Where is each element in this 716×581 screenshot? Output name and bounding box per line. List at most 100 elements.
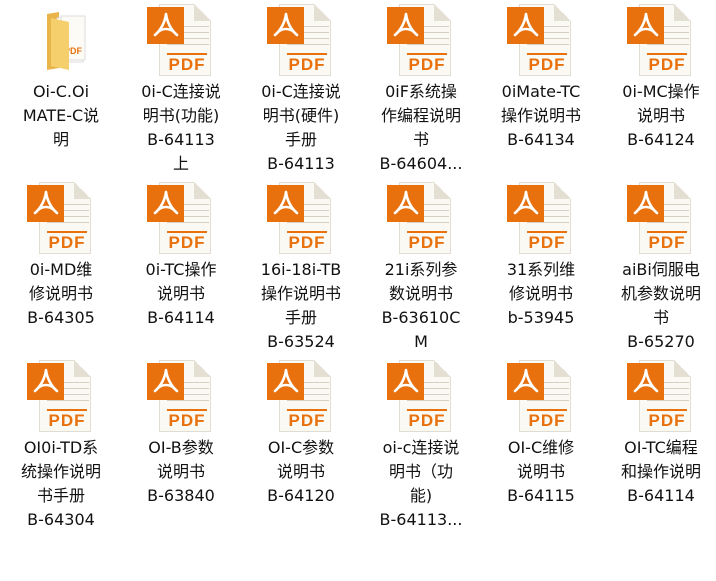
pdf-icon: PDF xyxy=(263,180,339,256)
pdf-icon: PDF xyxy=(503,358,579,434)
file-name-line: OI-C参数 xyxy=(267,438,335,457)
file-name-line: B-65270 xyxy=(627,332,695,351)
pdf-icon: PDF xyxy=(383,180,459,256)
file-name-line: M xyxy=(414,332,428,351)
file-name-line: oi-c连接说 xyxy=(382,438,460,457)
file-name: OI-C参数 说明书 B-64120 xyxy=(245,436,357,508)
pdf-file-item[interactable]: PDF 16i-18i-TB 操作说明书 手册 B-63524 xyxy=(241,180,361,358)
pdf-file-item[interactable]: PDF 0i-C连接说 明书(功能) B-64113 上 xyxy=(121,2,241,180)
file-name-line: 和操作说明 xyxy=(620,462,701,481)
file-name-line: 说明书 xyxy=(156,462,205,481)
file-name-line: B-64113 xyxy=(267,154,335,173)
file-name-line: B-64114 xyxy=(147,308,215,327)
folder-icon: PDF xyxy=(23,2,99,78)
file-name-line: 手册 xyxy=(284,130,317,149)
pdf-file-item[interactable]: PDF 0i-MD维 修说明书 B-64305 xyxy=(1,180,121,358)
pdf-icon: PDF xyxy=(623,2,699,78)
file-name: OI-B参数 说明书 B-63840 xyxy=(125,436,237,508)
pdf-file-item[interactable]: PDF 0iMate-TC 操作说明书 B-64134 xyxy=(481,2,601,180)
file-name-line: 0i-MD维 xyxy=(29,260,93,279)
file-name-line: b-53945 xyxy=(507,308,575,327)
pdf-icon: PDF xyxy=(263,358,339,434)
file-name: aiBi伺服电 机参数说明书 B-65270 xyxy=(605,258,716,354)
pdf-file-item[interactable]: PDF OI-B参数 说明书 B-63840 xyxy=(121,358,241,536)
file-name-line: 0iF系统操 xyxy=(385,82,457,101)
pdf-icon: PDF xyxy=(623,358,699,434)
pdf-file-item[interactable]: PDF OI-C参数 说明书 B-64120 xyxy=(241,358,361,536)
pdf-icon: PDF xyxy=(143,180,219,256)
pdf-icon: PDF xyxy=(263,2,339,78)
pdf-file-item[interactable]: PDF 0i-C连接说 明书(硬件) 手册 B-64113 xyxy=(241,2,361,180)
pdf-icon: PDF xyxy=(623,180,699,256)
file-name-line: B-64114 xyxy=(627,486,695,505)
file-name: OI0i-TD系 统操作说明 书手册 B-64304 xyxy=(5,436,117,532)
file-name: Oi-C.Oi MATE-C说明 xyxy=(5,80,117,152)
pdf-icon: PDF xyxy=(143,2,219,78)
file-name: 16i-18i-TB 操作说明书 手册 B-63524 xyxy=(245,258,357,354)
file-name-line: 机参数说明 xyxy=(620,284,701,303)
folder-item[interactable]: PDF Oi-C.Oi MATE-C说明 xyxy=(1,2,121,180)
file-name-line: OI-TC编程 xyxy=(624,438,698,457)
file-name-line: 0iMate-TC xyxy=(501,82,581,101)
pdf-icon: PDF xyxy=(23,358,99,434)
pdf-file-item[interactable]: PDF 0i-MC操作 说明书 B-64124 xyxy=(601,2,716,180)
file-name-line: 0i-C连接说 xyxy=(261,82,341,101)
pdf-file-item[interactable]: PDF 31系列维 修说明书 b-53945 xyxy=(481,180,601,358)
file-name-line: 修说明书 xyxy=(508,284,573,303)
file-name-line: 操作说明书 xyxy=(260,284,341,303)
file-name-line: 说明书 xyxy=(516,462,565,481)
file-name-line: 书 xyxy=(412,130,429,149)
pdf-file-item[interactable]: PDF oi-c连接说 明书（功能) B-64113... xyxy=(361,358,481,536)
file-name-line: B-64134 xyxy=(507,130,575,149)
file-name-line: 上 xyxy=(172,154,189,173)
pdf-file-item[interactable]: PDF aiBi伺服电 机参数说明书 B-65270 xyxy=(601,180,716,358)
file-name-line: 操作说明书 xyxy=(500,106,581,125)
file-name-line: 21i系列参 xyxy=(384,260,458,279)
file-name-line: 0i-TC操作 xyxy=(145,260,217,279)
file-name-line: MATE-C说 xyxy=(22,106,100,125)
file-name-line: 明书（功 xyxy=(388,462,453,481)
file-name: 0i-TC操作 说明书 B-64114 xyxy=(125,258,237,330)
file-name-line: 明书(功能) xyxy=(142,106,220,125)
file-name-line: B-64115 xyxy=(507,486,575,505)
pdf-icon: PDF xyxy=(503,2,579,78)
pdf-icon: PDF xyxy=(383,358,459,434)
file-name-line: B-64113 xyxy=(147,130,215,149)
file-name-line: 书手册 xyxy=(36,486,85,505)
file-name-line: 0i-C连接说 xyxy=(141,82,221,101)
file-name-line: B-63610C xyxy=(381,308,461,327)
file-name-line: 说明书 xyxy=(636,106,685,125)
file-name: 0iMate-TC 操作说明书 B-64134 xyxy=(485,80,597,152)
file-name-line: 数说明书 xyxy=(388,284,453,303)
pdf-file-item[interactable]: PDF 0i-TC操作 说明书 B-64114 xyxy=(121,180,241,358)
file-name-line: 统操作说明 xyxy=(20,462,101,481)
file-name-line: B-64604... xyxy=(379,154,463,173)
pdf-file-item[interactable]: PDF OI0i-TD系 统操作说明 书手册 B-64304 xyxy=(1,358,121,536)
file-name: oi-c连接说 明书（功能) B-64113... xyxy=(365,436,477,532)
file-name-line: B-63840 xyxy=(147,486,215,505)
file-name: 0iF系统操 作编程说明书 B-64604... xyxy=(365,80,477,176)
file-name-line: B-64304 xyxy=(27,510,95,529)
file-name-line: 书 xyxy=(652,308,669,327)
file-name-line: 明 xyxy=(52,130,69,149)
file-name-line: B-64113... xyxy=(379,510,463,529)
file-name-line: 能) xyxy=(409,486,433,505)
pdf-file-item[interactable]: PDF 21i系列参 数说明书 B-63610C M xyxy=(361,180,481,358)
file-name-line: aiBi伺服电 xyxy=(622,260,700,279)
file-name-line: 31系列维 xyxy=(506,260,576,279)
file-grid: PDF Oi-C.Oi MATE-C说明 PDF 0i-C连接说 明书(功能) B-64… xyxy=(1,2,716,536)
file-name: 31系列维修说明书 b-53945 xyxy=(485,258,597,330)
file-name-line: 手册 xyxy=(284,308,317,327)
file-name: 0i-MD维 修说明书 B-64305 xyxy=(5,258,117,330)
pdf-file-item[interactable]: PDF OI-TC编程 和操作说明 B-64114 xyxy=(601,358,716,536)
file-name-line: 说明书 xyxy=(276,462,325,481)
file-name-line: B-64120 xyxy=(267,486,335,505)
file-name-line: 明书(硬件) xyxy=(262,106,340,125)
file-name: 0i-C连接说 明书(功能) B-64113 上 xyxy=(125,80,237,176)
file-name-line: OI-B参数 xyxy=(148,438,214,457)
pdf-file-item[interactable]: PDF OI-C维修 说明书 B-64115 xyxy=(481,358,601,536)
file-name: 0i-MC操作 说明书 B-64124 xyxy=(605,80,716,152)
pdf-icon: PDF xyxy=(383,2,459,78)
pdf-file-item[interactable]: PDF 0iF系统操 作编程说明书 B-64604... xyxy=(361,2,481,180)
file-name-line: 16i-18i-TB xyxy=(260,260,342,279)
